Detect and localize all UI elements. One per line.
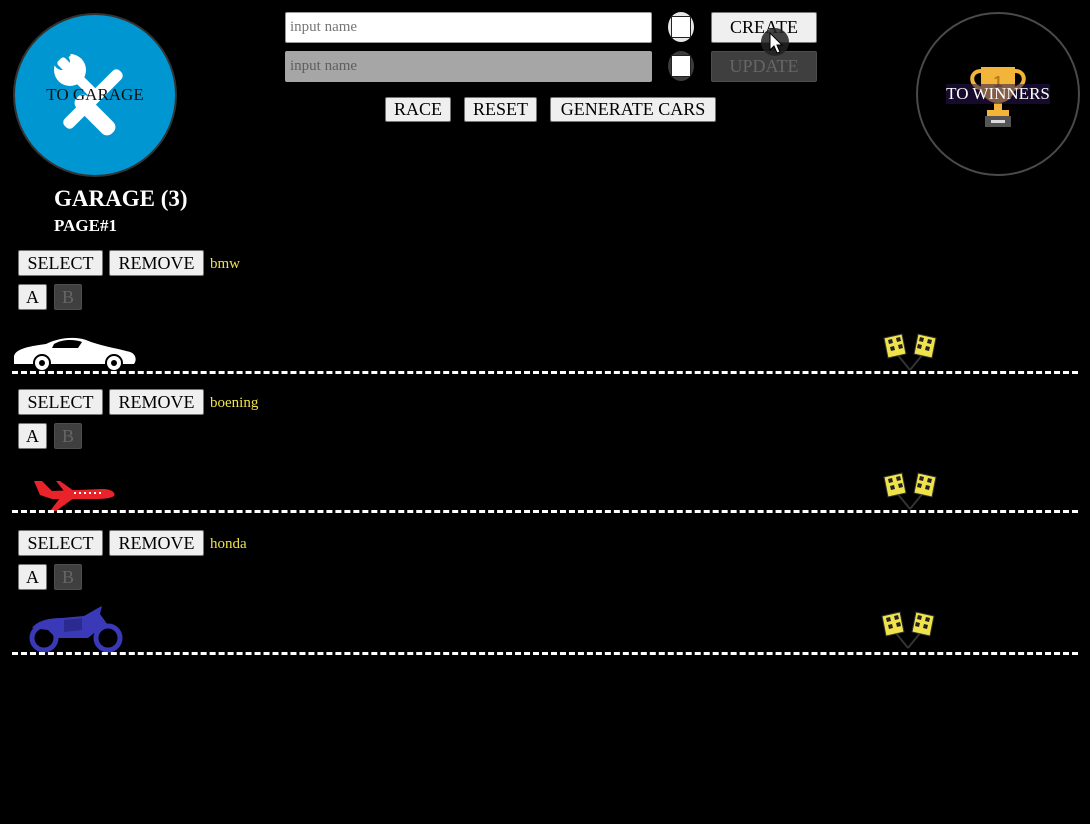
- update-name-input[interactable]: [285, 51, 652, 82]
- to-winners-button[interactable]: 1 TO WINNERS: [916, 12, 1080, 176]
- stop-engine-button[interactable]: B: [54, 564, 82, 590]
- finish-flags-icon: [881, 611, 935, 649]
- remove-car-button[interactable]: REMOVE: [109, 530, 204, 556]
- remove-car-button[interactable]: REMOVE: [109, 250, 204, 276]
- stop-engine-button[interactable]: B: [54, 423, 82, 449]
- race-track: [12, 510, 1078, 513]
- finish-flags-icon: [883, 333, 937, 371]
- race-track: [12, 652, 1078, 655]
- select-car-button[interactable]: SELECT: [18, 530, 103, 556]
- start-engine-button[interactable]: A: [18, 423, 47, 449]
- select-car-button[interactable]: SELECT: [18, 250, 103, 276]
- car-row: SELECT REMOVE honda A B: [0, 530, 1090, 670]
- plane-icon: [34, 481, 115, 511]
- update-color-picker[interactable]: [668, 51, 694, 81]
- start-engine-button[interactable]: A: [18, 564, 47, 590]
- create-name-input[interactable]: [285, 12, 652, 43]
- to-garage-label: TO GARAGE: [46, 85, 144, 104]
- reset-button[interactable]: RESET: [464, 97, 537, 122]
- to-garage-button[interactable]: TO GARAGE: [13, 13, 177, 177]
- start-engine-button[interactable]: A: [18, 284, 47, 310]
- create-color-picker[interactable]: [668, 12, 694, 42]
- car-icon: [14, 337, 136, 372]
- car-row: SELECT REMOVE bmw A B: [0, 250, 1090, 390]
- garage-title: GARAGE (3): [54, 186, 188, 211]
- car-name: honda: [210, 536, 247, 552]
- select-car-button[interactable]: SELECT: [18, 389, 103, 415]
- update-color-swatch: [671, 55, 691, 77]
- car-name: boening: [210, 395, 259, 411]
- race-button[interactable]: RACE: [385, 97, 451, 122]
- page-number: PAGE#1: [54, 216, 117, 235]
- car-row: SELECT REMOVE boening A B: [0, 389, 1090, 529]
- motorcycle-icon: [29, 606, 123, 653]
- race-track: [12, 371, 1078, 374]
- create-color-swatch: [671, 16, 691, 38]
- to-winners-label: TO WINNERS: [946, 84, 1050, 104]
- stop-engine-button[interactable]: B: [54, 284, 82, 310]
- cursor-icon: [761, 28, 789, 56]
- remove-car-button[interactable]: REMOVE: [109, 389, 204, 415]
- finish-flags-icon: [883, 472, 937, 510]
- car-name: bmw: [210, 256, 240, 272]
- generate-cars-button[interactable]: GENERATE CARS: [550, 97, 716, 122]
